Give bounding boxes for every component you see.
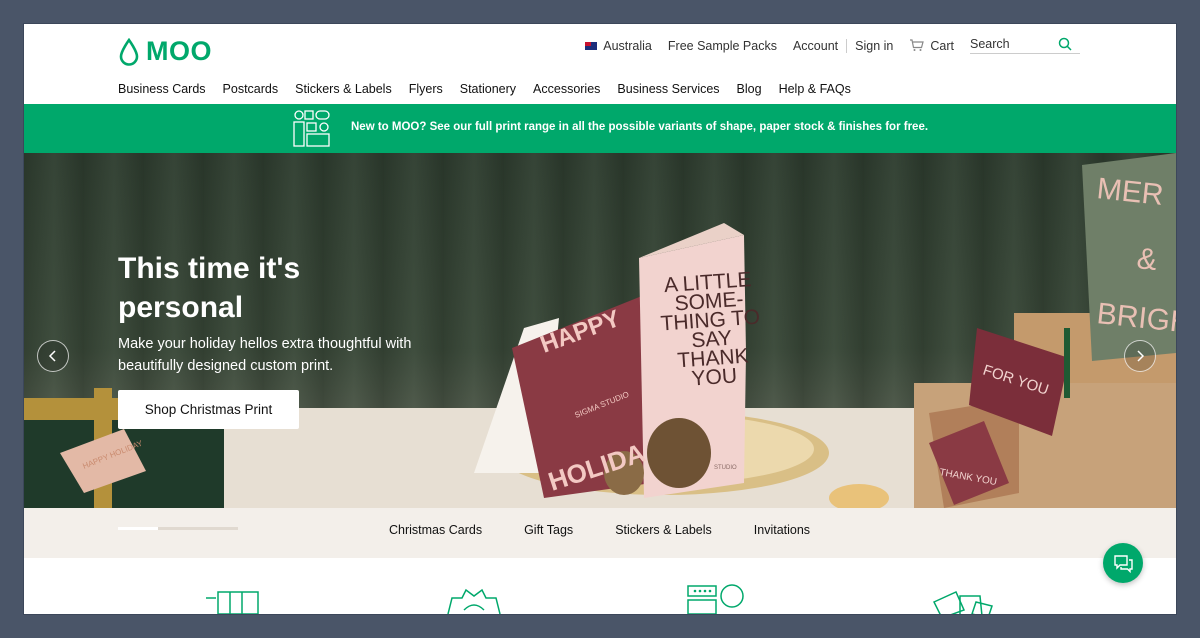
main-card-text: A LITTLE SOME- THING TO SAY THANK YOU bbox=[652, 268, 770, 391]
nav-business-services[interactable]: Business Services bbox=[617, 82, 719, 96]
shop-christmas-print-button[interactable]: Shop Christmas Print bbox=[118, 390, 299, 429]
hero-carousel: HAPPY SIGMA STUDIO HOLIDA STUDIO FOR YOU… bbox=[24, 153, 1176, 508]
cart-icon bbox=[910, 39, 925, 51]
postcards-stack-icon[interactable] bbox=[930, 588, 994, 614]
carousel-prev-button[interactable] bbox=[37, 340, 69, 372]
logo-text: MOO bbox=[146, 36, 212, 66]
sample-pack-product-icon[interactable] bbox=[686, 584, 750, 614]
category-christmas-cards[interactable]: Christmas Cards bbox=[389, 523, 482, 537]
promo-banner[interactable]: New to MOO? See our full print range in … bbox=[24, 104, 1176, 153]
utility-nav: Australia Free Sample Packs Account Sign… bbox=[569, 37, 1080, 54]
country-label: Australia bbox=[603, 38, 652, 53]
nav-accessories[interactable]: Accessories bbox=[533, 82, 600, 96]
sample-pack-icon bbox=[293, 110, 330, 147]
card-and-text: & bbox=[1135, 242, 1158, 277]
slide-progress-bar bbox=[118, 527, 238, 530]
nav-stationery[interactable]: Stationery bbox=[460, 82, 516, 96]
category-gift-tags[interactable]: Gift Tags bbox=[524, 523, 573, 537]
nav-business-cards[interactable]: Business Cards bbox=[118, 82, 206, 96]
australia-flag-icon bbox=[585, 41, 598, 50]
cart-link[interactable]: Cart bbox=[909, 39, 954, 53]
hero-product-photo: HAPPY SIGMA STUDIO HOLIDA STUDIO FOR YOU… bbox=[24, 153, 1176, 508]
sign-in-link[interactable]: Sign in bbox=[855, 39, 893, 53]
search-icon[interactable] bbox=[1058, 37, 1072, 51]
hero-title: This time it's personal bbox=[118, 252, 301, 324]
sticker-badge-icon[interactable] bbox=[442, 588, 506, 614]
card-studio-text: STUDIO bbox=[714, 465, 737, 471]
main-nav: Business Cards Postcards Stickers & Labe… bbox=[118, 82, 851, 96]
cart-label: Cart bbox=[930, 38, 954, 53]
chat-button[interactable] bbox=[1103, 543, 1143, 583]
nav-flyers[interactable]: Flyers bbox=[409, 82, 443, 96]
chat-icon bbox=[1114, 555, 1133, 573]
country-selector[interactable]: Australia bbox=[585, 39, 652, 53]
drop-icon bbox=[119, 37, 139, 66]
account-link[interactable]: Account bbox=[793, 39, 838, 53]
nav-stickers-labels[interactable]: Stickers & Labels bbox=[295, 82, 392, 96]
category-links: Christmas Cards Gift Tags Stickers & Lab… bbox=[389, 523, 810, 537]
search-field bbox=[970, 37, 1080, 54]
slide-progress-fill bbox=[118, 527, 158, 530]
nav-postcards[interactable]: Postcards bbox=[223, 82, 279, 96]
free-sample-packs-label: Free Sample Packs bbox=[667, 38, 777, 53]
promo-text: New to MOO? See our full print range in … bbox=[351, 121, 929, 133]
category-bar: Christmas Cards Gift Tags Stickers & Lab… bbox=[24, 508, 1176, 558]
moo-logo[interactable]: MOO bbox=[118, 36, 212, 67]
main-card-message: A LITTLE SOME- THING TO SAY THANK YOU bbox=[659, 268, 761, 391]
product-icons-row bbox=[24, 558, 1176, 614]
chevron-right-icon bbox=[1137, 350, 1145, 362]
business-cards-icon[interactable] bbox=[204, 588, 264, 614]
category-invitations[interactable]: Invitations bbox=[754, 523, 810, 537]
nav-blog[interactable]: Blog bbox=[737, 82, 762, 96]
chevron-left-icon bbox=[48, 350, 56, 362]
site-header: MOO Australia Free Sample Packs Account … bbox=[24, 24, 1176, 104]
card-merry-text: MER bbox=[1095, 172, 1165, 212]
sign-in-label: Sign in bbox=[855, 38, 894, 53]
account-label: Account bbox=[792, 38, 839, 53]
nav-help-faqs[interactable]: Help & FAQs bbox=[779, 82, 851, 96]
carousel-next-button[interactable] bbox=[1124, 340, 1156, 372]
divider bbox=[846, 38, 848, 53]
category-stickers-labels[interactable]: Stickers & Labels bbox=[615, 523, 712, 537]
hero-subtitle: Make your holiday hellos extra thoughtfu… bbox=[118, 336, 412, 374]
search-input[interactable] bbox=[970, 37, 1058, 51]
free-sample-packs-link[interactable]: Free Sample Packs bbox=[668, 39, 777, 53]
browser-page: MOO Australia Free Sample Packs Account … bbox=[24, 24, 1176, 614]
